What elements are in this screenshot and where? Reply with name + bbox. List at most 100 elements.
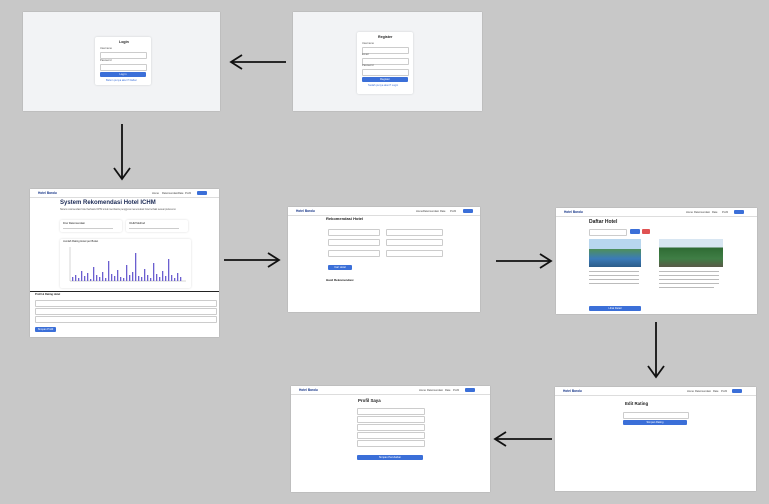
chart-bar: [177, 273, 179, 281]
nav-rate-link[interactable]: Rate: [445, 389, 450, 392]
nav-recommend-link[interactable]: Rekomendasi: [427, 389, 443, 392]
hotel-search-input[interactable]: [589, 229, 627, 236]
hotel-search-button[interactable]: [630, 229, 640, 234]
chart-bar: [72, 277, 74, 281]
profile-save-button[interactable]: Simpan Perubahan: [357, 455, 423, 460]
nav-rate-link[interactable]: Rate: [712, 211, 717, 214]
home-form-field-3[interactable]: [35, 316, 217, 323]
nav-rate-link[interactable]: Rate: [178, 192, 183, 195]
profile-field-5[interactable]: [357, 440, 425, 447]
home-method-card: ICHM Method: [126, 220, 188, 232]
logout-button[interactable]: [197, 190, 207, 195]
logout-button[interactable]: [734, 209, 744, 214]
nav-home-link[interactable]: Home: [152, 192, 159, 195]
register-username-label: Username: [362, 42, 374, 45]
chart-bar: [111, 274, 113, 281]
recommend-field-5[interactable]: [328, 250, 380, 257]
logout-button[interactable]: [732, 388, 742, 393]
arrow-right-home-to-recommend: [224, 252, 281, 268]
nav-rate-link[interactable]: Rate: [713, 390, 718, 393]
chart-bar: [147, 275, 149, 281]
chart-bar: [141, 277, 143, 281]
rating-bar-chart: [69, 247, 186, 282]
login-username-label: Username: [100, 47, 112, 50]
edit-rating-page-screenshot: Hotel Bandu Home Rekomendasi Rate Profil…: [555, 387, 756, 491]
home-form-field-1[interactable]: [35, 300, 217, 307]
hotel-detail-button[interactable]: Lihat Detail: [589, 306, 641, 311]
arrow-down-login-to-home: [113, 124, 131, 181]
login-password-label: Password: [100, 59, 112, 62]
login-button[interactable]: Log in: [100, 72, 146, 77]
brand-logo: Hotel Bandu: [299, 388, 318, 392]
nav-home-link[interactable]: Home: [687, 390, 694, 393]
home-form-field-2[interactable]: [35, 308, 217, 315]
chart-bar: [105, 278, 107, 281]
login-title: Login: [119, 40, 129, 44]
nav-home-link[interactable]: Home: [686, 211, 693, 214]
brand-logo: Hotel Bandu: [564, 210, 583, 214]
register-button[interactable]: Register: [362, 77, 408, 82]
brand-logo: Hotel Bandu: [563, 389, 582, 393]
login-password-field[interactable]: [100, 64, 147, 71]
chart-bar: [150, 278, 152, 281]
register-email-label: Email: [362, 53, 369, 56]
nav-recommend-link[interactable]: Rekomendasi: [162, 192, 178, 195]
profile-field-2[interactable]: [357, 416, 425, 423]
arrow-left-register-to-login: [229, 54, 286, 70]
hotel-list-navbar: Hotel Bandu Home Rekomendasi Rate Profil: [556, 208, 757, 217]
home-save-button[interactable]: Simpan Profil: [35, 327, 56, 332]
nav-profil-link[interactable]: Profil: [450, 210, 456, 213]
arrow-left-rating-to-profile: [493, 431, 552, 447]
nav-profil-link[interactable]: Profil: [722, 211, 728, 214]
chart-bar: [138, 276, 140, 281]
register-login-link[interactable]: Sudah punya akun? Login: [368, 84, 398, 88]
recommend-field-2[interactable]: [386, 229, 443, 236]
login-register-link[interactable]: Belum punya akun? Daftar: [106, 79, 137, 83]
recommend-field-3[interactable]: [328, 239, 380, 246]
chart-bar: [75, 275, 77, 281]
home-navbar: Hotel Bandu Home Rekomendasi Rate Profil: [30, 189, 219, 198]
chart-bar: [84, 276, 86, 281]
hotel-reset-button[interactable]: [642, 229, 650, 234]
recommend-field-4[interactable]: [386, 239, 443, 246]
register-title: Register: [378, 35, 393, 39]
nav-profil-link[interactable]: Profil: [185, 192, 191, 195]
method-card-title: ICHM Method: [129, 222, 145, 225]
recommend-field-6[interactable]: [386, 250, 443, 257]
hotel-list-page-screenshot: Hotel Bandu Home Rekomendasi Rate Profil…: [556, 208, 757, 314]
chart-bar: [162, 271, 164, 281]
chart-bar: [78, 278, 80, 281]
nav-recommend-link[interactable]: Rekomendasi: [695, 390, 711, 393]
chart-bar: [120, 277, 122, 281]
chart-bar: [174, 278, 176, 281]
home-divider: [30, 291, 219, 292]
register-username-field[interactable]: [362, 47, 409, 54]
nav-recommend-link[interactable]: Rekomendasi: [694, 211, 710, 214]
login-username-field[interactable]: [100, 52, 147, 59]
home-page-screenshot: Hotel Bandu Home Rekomendasi Rate Profil…: [30, 189, 219, 337]
chart-bar: [159, 277, 161, 281]
nav-recommend-link[interactable]: Rekomendasi: [423, 210, 439, 213]
nav-profil-link[interactable]: Profil: [721, 390, 727, 393]
register-password-field[interactable]: [362, 69, 409, 76]
rating-field[interactable]: [623, 412, 689, 419]
rating-save-button[interactable]: Simpan Rating: [623, 420, 687, 425]
chart-bar: [144, 269, 146, 281]
profile-field-3[interactable]: [357, 424, 425, 431]
logout-button[interactable]: [465, 387, 475, 392]
home-chart-card: Jumlah Rating Hotel per Bulan: [60, 239, 191, 288]
nav-home-link[interactable]: Home: [416, 210, 423, 213]
chart-bar: [87, 273, 89, 281]
nav-rate-link[interactable]: Rate: [440, 210, 445, 213]
logout-button[interactable]: [463, 208, 473, 213]
profile-field-1[interactable]: [357, 408, 425, 415]
chart-bar: [123, 278, 125, 281]
recommend-search-button[interactable]: Cari Hotel Rekomendasi: [328, 265, 352, 274]
hotel-image-2: [659, 239, 723, 267]
hotel-image-1: [589, 239, 641, 267]
nav-home-link[interactable]: Home: [419, 389, 426, 392]
profile-field-4[interactable]: [357, 432, 425, 439]
recommend-field-1[interactable]: [328, 229, 380, 236]
nav-profil-link[interactable]: Profil: [453, 389, 459, 392]
profile-title: Profil Saya: [358, 398, 381, 403]
